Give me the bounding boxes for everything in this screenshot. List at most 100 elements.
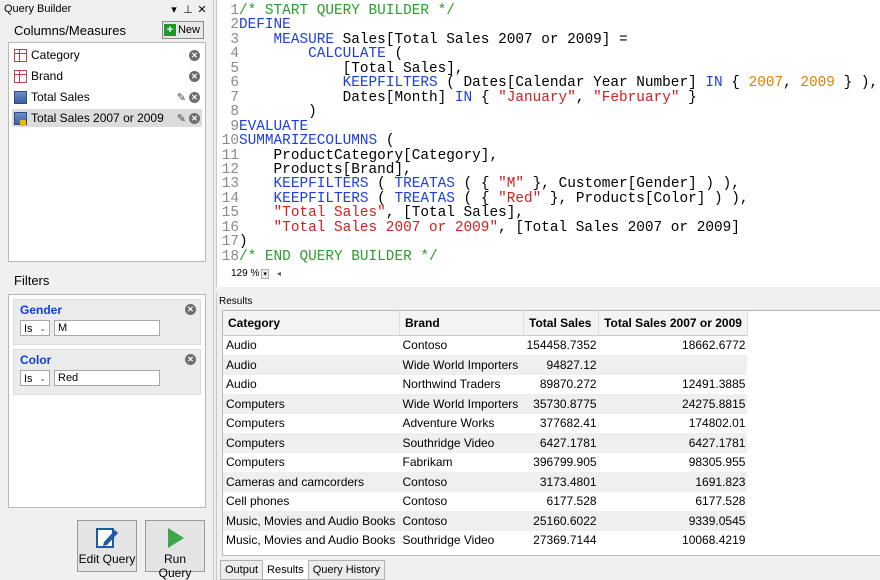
line-number: 5	[230, 60, 239, 77]
table-cell: 1691.823	[695, 474, 746, 489]
column-header[interactable]: Total Sales 2007 or 2009	[598, 311, 748, 336]
column-header[interactable]: Brand	[399, 311, 524, 336]
table-row[interactable]: Music, Movies and Audio Books Contoso 2516…	[223, 511, 748, 531]
line-number: 11	[221, 147, 239, 164]
table-cell: Audio	[226, 357, 257, 372]
table-cell: 12491.3885	[682, 377, 746, 392]
list-item-total-sales-2007-or-2009[interactable]: Total Sales 2007 or 2009 ✎ ✕	[12, 109, 202, 127]
columns-measures-list: Category ✕ Brand ✕ Total Sales ✎ ✕ Total …	[8, 42, 206, 262]
code-line: 5 [Total Sales],	[217, 60, 878, 77]
tab-results[interactable]: Results	[262, 560, 309, 580]
run-query-button[interactable]: Run Query	[145, 520, 205, 580]
table-cell: Computers	[226, 416, 285, 431]
measure-icon	[14, 111, 27, 126]
code-line: 2DEFINE	[217, 18, 878, 33]
filter-operator-select[interactable]: Is ⌄	[20, 320, 50, 336]
column-icon	[14, 69, 27, 83]
dax-query-editor[interactable]: 1/* START QUERY BUILDER */2DEFINE 3 MEASU…	[216, 0, 880, 287]
code-line: 7 Dates[Month] IN { "January", "February…	[217, 89, 878, 106]
table-row[interactable]: Audio Wide World Importers 94827.12	[223, 355, 748, 375]
column-header[interactable]: Category	[223, 311, 400, 336]
line-number: 13	[221, 176, 239, 193]
table-cell: 154458.7352	[526, 338, 597, 353]
scroll-left-icon[interactable]: ◂	[277, 269, 281, 278]
code-token: } ),	[834, 75, 879, 92]
remove-icon[interactable]: ✕	[189, 91, 200, 103]
remove-icon[interactable]: ✕	[189, 112, 200, 124]
measure-icon	[14, 90, 27, 104]
line-number: 18	[221, 248, 239, 265]
remove-icon[interactable]: ✕	[189, 49, 200, 61]
table-cell: Contoso	[402, 513, 448, 528]
filter-color: Color ✕ Is ⌄ Red	[13, 349, 201, 395]
table-row[interactable]: Cell phones Contoso 6177.528 6177.528	[223, 492, 747, 512]
remove-filter-icon[interactable]: ✕	[185, 304, 196, 315]
code-token: }	[679, 89, 697, 106]
filter-value-input[interactable]: Red	[54, 370, 160, 386]
table-row[interactable]: Audio Northwind Traders 89870.272 12491.388…	[223, 375, 747, 395]
pencil-icon[interactable]: ✎	[177, 112, 186, 125]
pin-icon[interactable]: ⊥	[181, 3, 195, 16]
table-row[interactable]: Computers Wide World Importers 35730.8775 2…	[223, 394, 748, 414]
filter-value-input[interactable]: M	[54, 320, 160, 336]
filter-gender: Gender ✕ Is ⌄ M	[13, 299, 201, 345]
table-row[interactable]: Computers Fabrikam 396799.905 98305.955	[223, 453, 747, 473]
results-grid[interactable]: Category Brand Total Sales Total Sales 2…	[222, 310, 880, 556]
tab-query-history[interactable]: Query History	[307, 560, 385, 580]
table-cell: 89870.272	[539, 377, 597, 392]
output-tabs: Output Results Query History	[220, 560, 385, 580]
code-line: 11 ProductCategory[Category],	[217, 147, 878, 164]
table-row[interactable]: Audio Contoso 154458.7352 18662.6772	[223, 335, 747, 355]
table-cell: Wide World Importers	[402, 396, 519, 411]
zoom-dropdown-icon[interactable]: ▾	[261, 268, 269, 279]
query-builder-panel: Query Builder ▾ ⊥ ✕ Columns/Measures + N…	[0, 0, 214, 580]
table-cell: Cameras and camcorders	[226, 474, 365, 489]
results-table: Category Brand Total Sales Total Sales 2…	[223, 311, 748, 550]
query-builder-titlebar: Query Builder ▾ ⊥ ✕	[0, 0, 213, 18]
table-row[interactable]: Music, Movies and Audio Books Southridge …	[223, 531, 747, 551]
code-line: 16 "Total Sales 2007 or 2009", [Total Sa…	[217, 219, 878, 236]
list-item-total-sales[interactable]: Total Sales ✎ ✕	[12, 88, 202, 106]
filter-operator-select[interactable]: Is ⌄	[20, 370, 50, 386]
dropdown-arrow-icon[interactable]: ▾	[167, 3, 181, 16]
table-cell: Audio	[226, 338, 257, 353]
table-cell: Audio	[226, 377, 257, 392]
filters-list: Gender ✕ Is ⌄ M Color ✕ Is ⌄ Red	[8, 294, 206, 508]
zoom-control[interactable]: 129 % ▾ ◂	[231, 268, 281, 279]
filter-operator-value: Is	[24, 373, 33, 385]
table-row[interactable]: Cameras and camcorders Contoso 3173.4801 16…	[223, 472, 748, 492]
close-icon[interactable]: ✕	[195, 3, 209, 16]
line-number: 10	[221, 133, 239, 150]
column-icon	[14, 48, 27, 62]
list-item-category[interactable]: Category ✕	[12, 46, 202, 64]
tab-output[interactable]: Output	[220, 560, 264, 580]
list-item-brand[interactable]: Brand ✕	[12, 67, 202, 85]
new-button[interactable]: + New	[161, 21, 204, 39]
table-row[interactable]: Computers Southridge Video 6427.1781 6427.1…	[223, 433, 748, 453]
chevron-down-icon: ⌄	[39, 324, 46, 333]
zoom-level: 129 %	[231, 268, 260, 279]
table-cell: 27369.7144	[533, 533, 597, 548]
column-header[interactable]: Total Sales	[523, 311, 600, 336]
pencil-icon[interactable]: ✎	[177, 91, 186, 104]
code-area[interactable]: 1/* START QUERY BUILDER */2DEFINE 3 MEASU…	[217, 4, 879, 265]
filter-name: Gender	[20, 303, 63, 317]
results-title: Results	[219, 296, 253, 307]
table-cell: Wide World Importers	[402, 357, 519, 372]
line-number: 6	[230, 75, 239, 92]
code-token: /* END QUERY BUILDER */	[239, 248, 438, 265]
line-number: 16	[221, 219, 239, 236]
code-token: 2007	[748, 75, 784, 92]
code-line: 8 )	[217, 104, 878, 121]
table-cell: 6427.1781	[539, 435, 597, 450]
table-cell: Northwind Traders	[402, 377, 501, 392]
filter-name: Color	[20, 353, 52, 367]
table-row[interactable]: Computers Adventure Works 377682.41 174802.…	[223, 414, 747, 434]
edit-query-button[interactable]: Edit Query	[77, 520, 137, 572]
remove-icon[interactable]: ✕	[189, 70, 200, 82]
code-token: , [Total Sales 2007 or 2009]	[498, 219, 740, 236]
table-header-row: Category Brand Total Sales Total Sales 2…	[223, 311, 748, 336]
table-cell: 174802.01	[688, 416, 746, 431]
remove-filter-icon[interactable]: ✕	[185, 354, 196, 365]
line-number: 8	[230, 104, 239, 121]
